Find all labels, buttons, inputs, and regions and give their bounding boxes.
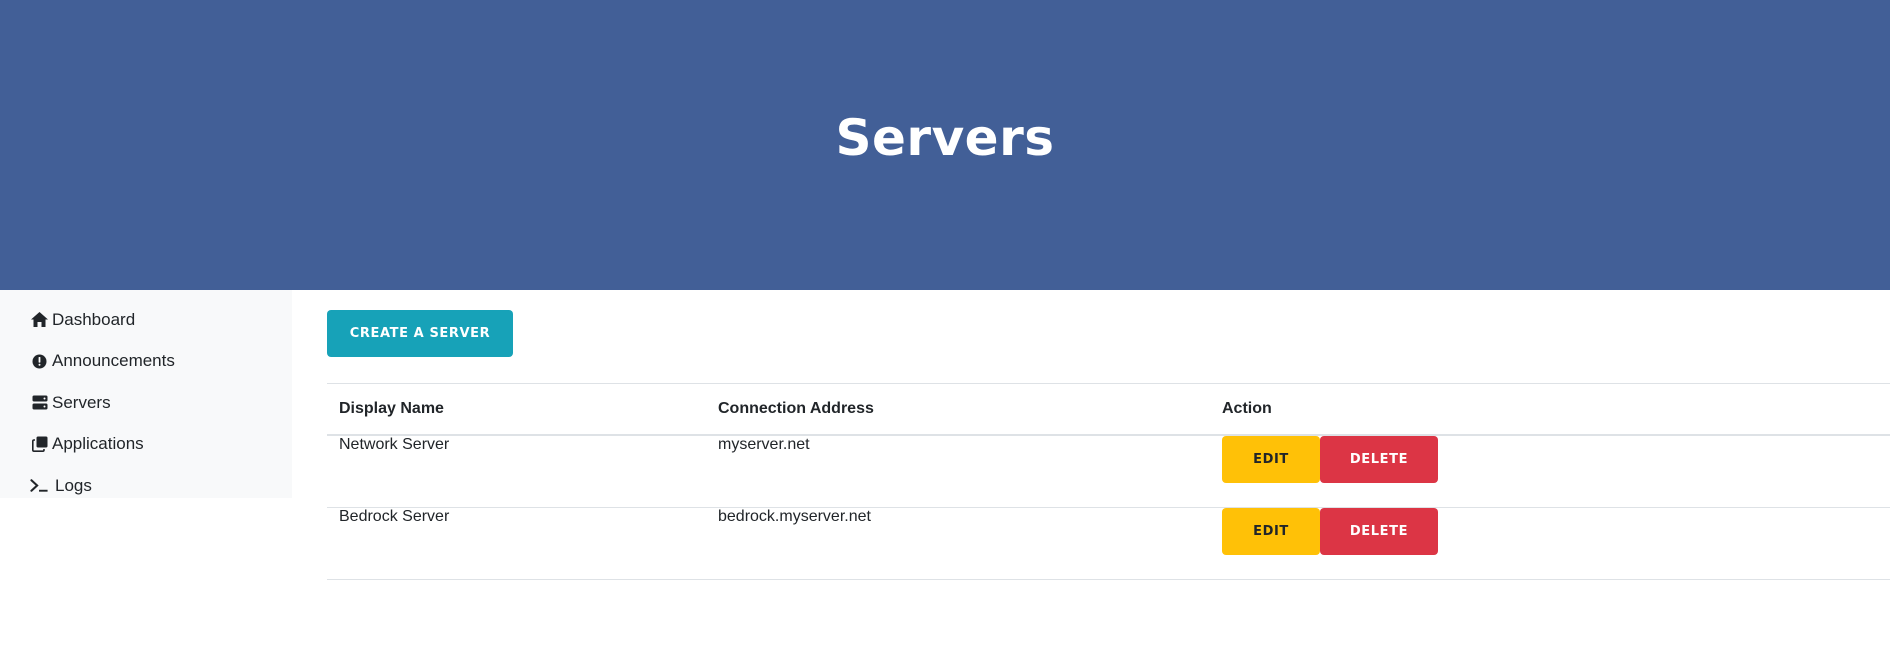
delete-button[interactable]: DELETE xyxy=(1320,508,1438,555)
server-display-name: Bedrock Server xyxy=(327,507,706,580)
sidebar-item-applications[interactable]: Applications xyxy=(0,424,292,466)
servers-table: Display Name Connection Address Action N… xyxy=(327,383,1890,580)
row-actions: EDIT DELETE xyxy=(1210,507,1890,580)
sidebar-item-label: Logs xyxy=(55,475,92,495)
sidebar-item-servers[interactable]: Servers xyxy=(0,382,292,424)
exclamation-circle-icon xyxy=(30,352,49,371)
edit-button[interactable]: EDIT xyxy=(1222,508,1320,555)
server-connection-address: myserver.net xyxy=(706,435,1210,508)
table-row: Network Server myserver.net EDIT DELETE xyxy=(327,435,1890,508)
page-header: Servers xyxy=(0,0,1890,290)
create-server-button[interactable]: CREATE A SERVER xyxy=(327,310,513,357)
sidebar-item-dashboard[interactable]: Dashboard xyxy=(0,299,292,341)
copy-icon xyxy=(30,435,49,454)
table-row: Bedrock Server bedrock.myserver.net EDIT… xyxy=(327,507,1890,580)
sidebar-item-logs[interactable]: Logs xyxy=(0,465,292,507)
server-display-name: Network Server xyxy=(327,435,706,508)
page-title: Servers xyxy=(835,109,1055,167)
server-connection-address: bedrock.myserver.net xyxy=(706,507,1210,580)
sidebar-item-label: Applications xyxy=(52,434,144,454)
server-icon xyxy=(30,393,49,412)
sidebar-item-label: Announcements xyxy=(52,351,175,371)
column-header-display-name: Display Name xyxy=(327,383,706,436)
main-content: CREATE A SERVER Display Name Connection … xyxy=(292,290,1890,580)
column-header-connection-address: Connection Address xyxy=(706,383,1210,436)
edit-button[interactable]: EDIT xyxy=(1222,436,1320,483)
sidebar-item-announcements[interactable]: Announcements xyxy=(0,341,292,383)
home-icon xyxy=(30,310,49,329)
row-actions: EDIT DELETE xyxy=(1210,435,1890,508)
delete-button[interactable]: DELETE xyxy=(1320,436,1438,483)
sidebar-item-label: Servers xyxy=(52,392,111,412)
sidebar-item-label: Dashboard xyxy=(52,309,136,329)
table-header-row: Display Name Connection Address Action xyxy=(327,383,1890,436)
terminal-icon xyxy=(30,476,49,495)
sidebar: Dashboard Announcements Servers Applicat… xyxy=(0,290,292,498)
column-header-action: Action xyxy=(1210,383,1890,436)
